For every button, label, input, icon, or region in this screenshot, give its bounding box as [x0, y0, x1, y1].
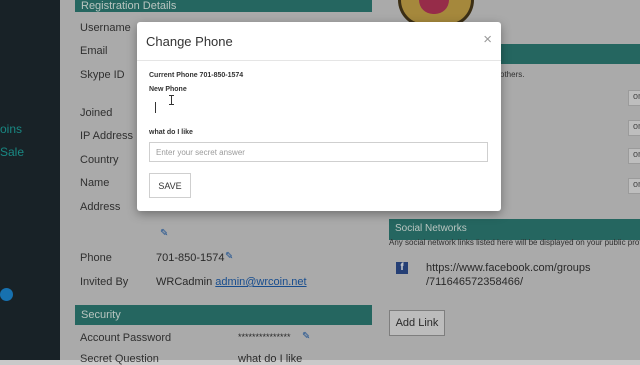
close-icon[interactable]: ×	[483, 31, 492, 48]
current-phone-label: Current Phone 701-850-1574	[149, 72, 244, 79]
modal-title: Change Phone	[146, 34, 233, 49]
new-phone-input[interactable]	[149, 96, 493, 118]
mouse-ibeam-cursor	[169, 95, 174, 105]
save-button[interactable]: SAVE	[149, 173, 191, 198]
new-phone-label: New Phone	[149, 86, 187, 93]
text-cursor	[155, 102, 156, 113]
secret-question-prompt: what do I like	[149, 129, 193, 136]
change-phone-modal: Change Phone × Current Phone 701-850-157…	[137, 22, 501, 211]
modal-header: Change Phone ×	[137, 22, 501, 61]
secret-answer-input[interactable]	[149, 142, 488, 162]
